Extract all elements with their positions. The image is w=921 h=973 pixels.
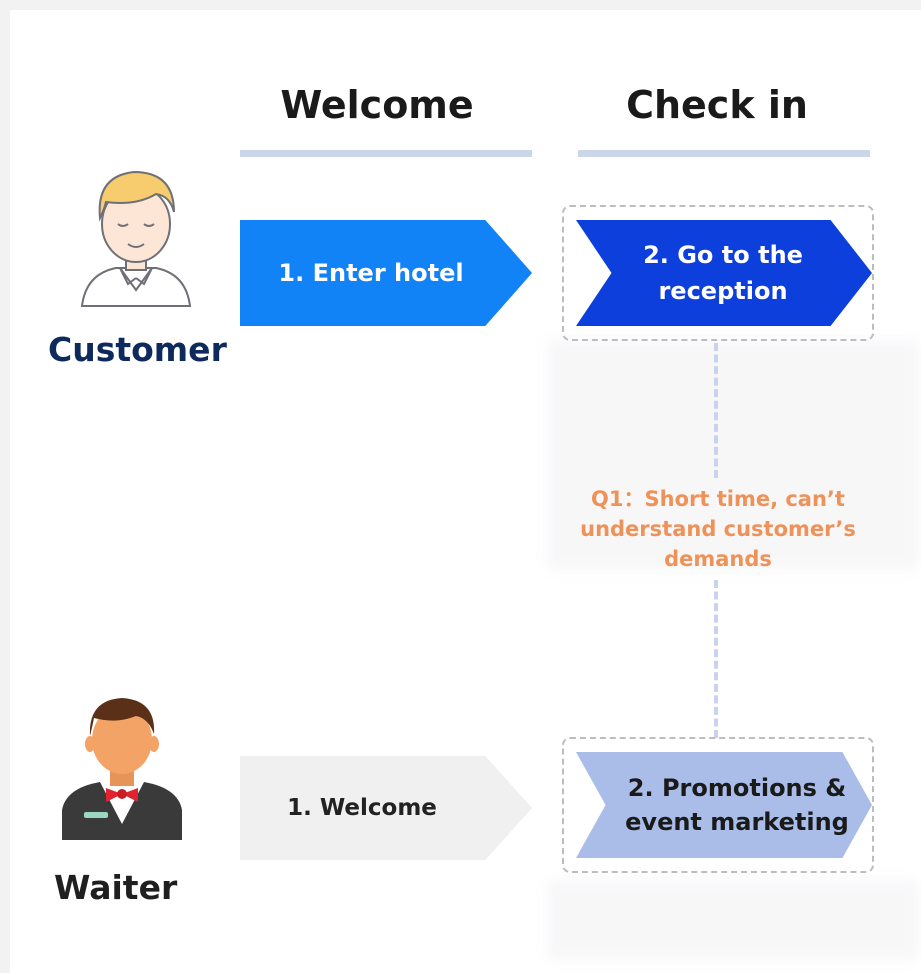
connector-line-top [714,343,718,478]
role-label-customer: Customer [48,330,227,369]
role-label-waiter: Waiter [54,868,178,907]
background-panel [548,880,918,960]
step-welcome: 1. Welcome [240,756,532,860]
step-go-to-reception: 2. Go to the reception [576,220,872,326]
step-go-to-reception-label: 2. Go to the reception [643,241,803,305]
connector-line-bottom [714,580,718,738]
issue-note: Q1：Short time, can’t understand customer… [580,487,856,571]
step-promotions-marketing: 2. Promotions & event marketing [576,752,872,858]
step-promotions-marketing-label: 2. Promotions & event marketing [625,774,849,836]
step-enter-hotel-label: 1. Enter hotel [278,259,464,287]
waiter-avatar-icon [60,694,184,846]
phase-title-checkin: Check in [626,83,808,127]
phase-divider-checkin [578,150,870,157]
step-welcome-label: 1. Welcome [287,795,437,821]
customer-avatar-icon [76,166,196,312]
phase-divider-welcome [240,150,532,157]
step-enter-hotel: 1. Enter hotel [240,220,532,326]
phase-title-welcome: Welcome [280,83,474,127]
